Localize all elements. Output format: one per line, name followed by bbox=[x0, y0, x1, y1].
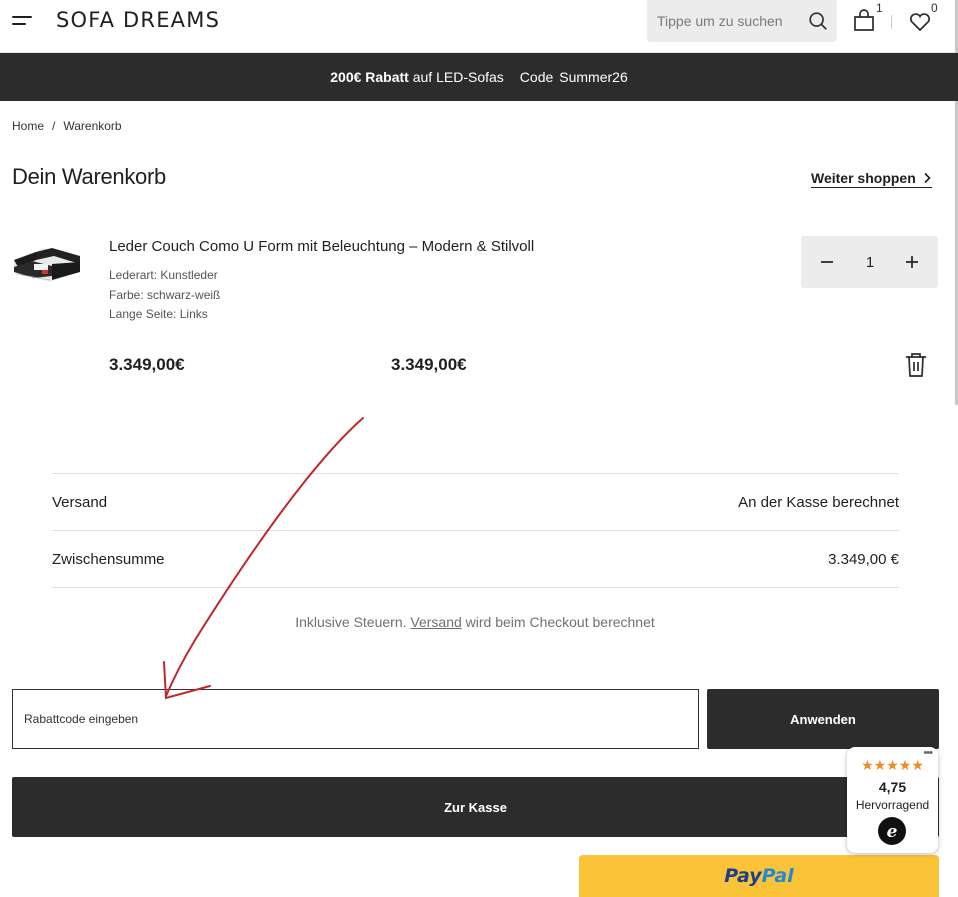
paypal-logo-pal: Pal bbox=[761, 865, 794, 887]
menu-icon[interactable] bbox=[12, 14, 34, 28]
unit-price: 3.349,00€ bbox=[109, 355, 185, 374]
rating-label: Hervorragend bbox=[855, 798, 930, 812]
trust-badge[interactable]: ••• ★★★★★ 4,75 Hervorragend e bbox=[847, 747, 938, 853]
breadcrumb-separator: / bbox=[52, 119, 56, 133]
product-attribute-side: Lange Seite: Links bbox=[109, 307, 208, 321]
checkout-button[interactable]: Zur Kasse bbox=[12, 777, 939, 837]
divider bbox=[52, 530, 899, 531]
line-total: 3.349,00€ bbox=[391, 355, 467, 374]
page-title: Dein Warenkorb bbox=[12, 164, 166, 189]
rating-score: 4,75 bbox=[878, 779, 907, 795]
promo-highlight: 200€ Rabatt bbox=[330, 69, 409, 85]
wishlist-count: 0 bbox=[931, 1, 938, 15]
search-icon[interactable] bbox=[807, 10, 829, 32]
shipping-label: Versand bbox=[52, 494, 108, 511]
breadcrumb-current: Warenkorb bbox=[63, 119, 122, 133]
product-title[interactable]: Leder Couch Como U Form mit Beleuchtung … bbox=[109, 238, 534, 255]
tax-note-suffix: wird beim Checkout berechnet bbox=[465, 614, 655, 630]
shopping-bag-icon[interactable] bbox=[852, 8, 878, 34]
trusted-shops-logo-icon: e bbox=[878, 817, 906, 845]
search-input[interactable] bbox=[657, 11, 792, 31]
tax-note-text: Inklusive Steuern. bbox=[295, 614, 407, 630]
promo-text: auf LED-Sofas bbox=[412, 69, 504, 85]
promo-code: Summer26 bbox=[559, 69, 628, 85]
plus-icon[interactable] bbox=[902, 252, 922, 272]
rating-stars: ★★★★★ bbox=[861, 757, 924, 773]
continue-shopping-link[interactable]: Weiter shoppen bbox=[811, 170, 932, 188]
breadcrumb: Home / Warenkorb bbox=[12, 119, 122, 133]
trash-icon[interactable] bbox=[904, 352, 928, 378]
header-divider bbox=[891, 15, 892, 29]
search-bar bbox=[647, 0, 837, 42]
divider bbox=[52, 473, 899, 474]
shipping-info-link[interactable]: Versand bbox=[410, 614, 461, 630]
subtotal-label: Zwischensumme bbox=[52, 551, 165, 568]
discount-code-input[interactable] bbox=[12, 689, 699, 749]
product-attribute-material: Lederart: Kunstleder bbox=[109, 268, 218, 282]
quantity-stepper bbox=[801, 236, 938, 288]
heart-icon[interactable] bbox=[907, 9, 933, 35]
cart-count: 1 bbox=[876, 1, 883, 15]
quantity-input[interactable] bbox=[851, 252, 889, 272]
site-logo[interactable]: SOFA DREAMS bbox=[56, 8, 220, 32]
minus-icon[interactable] bbox=[817, 252, 837, 272]
site-header: SOFA DREAMS 1 0 bbox=[0, 0, 958, 53]
divider bbox=[52, 587, 899, 588]
subtotal-value: 3.349,00 € bbox=[828, 551, 899, 568]
annotation-arrow bbox=[163, 417, 364, 700]
paypal-button[interactable]: PayPal bbox=[579, 855, 939, 897]
continue-shopping-label: Weiter shoppen bbox=[811, 170, 916, 186]
shipping-value: An der Kasse berechnet bbox=[738, 494, 899, 511]
promo-bar: 200€ Rabatt auf LED-Sofas Code Summer26 bbox=[0, 53, 958, 101]
product-attribute-color: Farbe: schwarz-weiß bbox=[109, 288, 221, 302]
product-image[interactable] bbox=[12, 240, 82, 286]
chevron-right-icon bbox=[924, 172, 931, 184]
paypal-logo-pay: Pay bbox=[724, 865, 762, 887]
svg-text:e: e bbox=[887, 822, 898, 842]
apply-discount-button[interactable]: Anwenden bbox=[707, 689, 939, 749]
tax-note: Inklusive Steuern. Versand wird beim Che… bbox=[0, 614, 950, 630]
breadcrumb-home[interactable]: Home bbox=[12, 119, 44, 133]
promo-code-label: Code bbox=[519, 69, 554, 85]
